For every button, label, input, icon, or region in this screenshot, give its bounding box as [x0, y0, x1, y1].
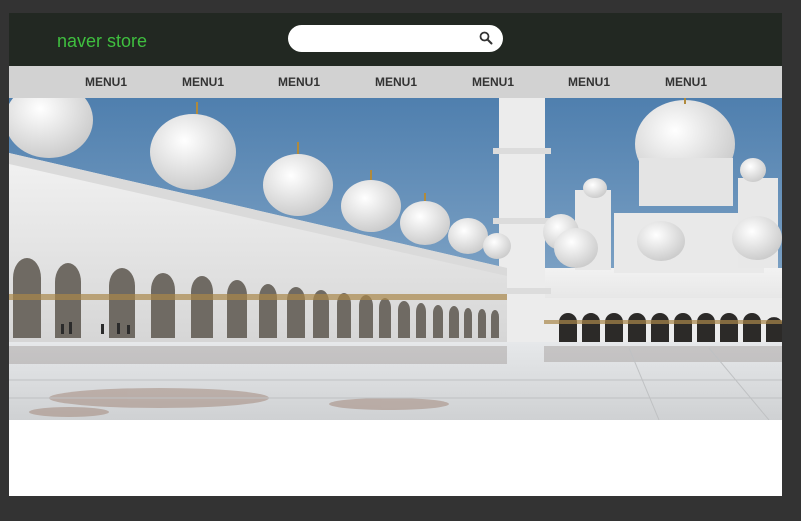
page-frame: naver store MENU1 MENU1 MENU1 MENU1 MENU… — [9, 13, 782, 496]
nav-item-menu1-1[interactable]: MENU1 — [71, 66, 141, 98]
site-header: naver store — [9, 13, 782, 66]
search-box[interactable] — [288, 25, 503, 52]
nav-item-menu1-4[interactable]: MENU1 — [361, 66, 431, 98]
search-input[interactable] — [298, 28, 468, 49]
nav-item-menu1-3[interactable]: MENU1 — [264, 66, 334, 98]
brand-logo-text[interactable]: naver store — [57, 30, 147, 52]
search-icon[interactable] — [478, 30, 494, 46]
nav-item-menu1-2[interactable]: MENU1 — [168, 66, 238, 98]
content-area — [9, 420, 782, 496]
hero-image — [9, 98, 782, 420]
nav-item-menu1-7[interactable]: MENU1 — [651, 66, 721, 98]
mosque-photo — [9, 98, 782, 420]
main-nav: MENU1 MENU1 MENU1 MENU1 MENU1 MENU1 MENU… — [9, 66, 782, 98]
nav-item-menu1-5[interactable]: MENU1 — [458, 66, 528, 98]
nav-item-menu1-6[interactable]: MENU1 — [554, 66, 624, 98]
